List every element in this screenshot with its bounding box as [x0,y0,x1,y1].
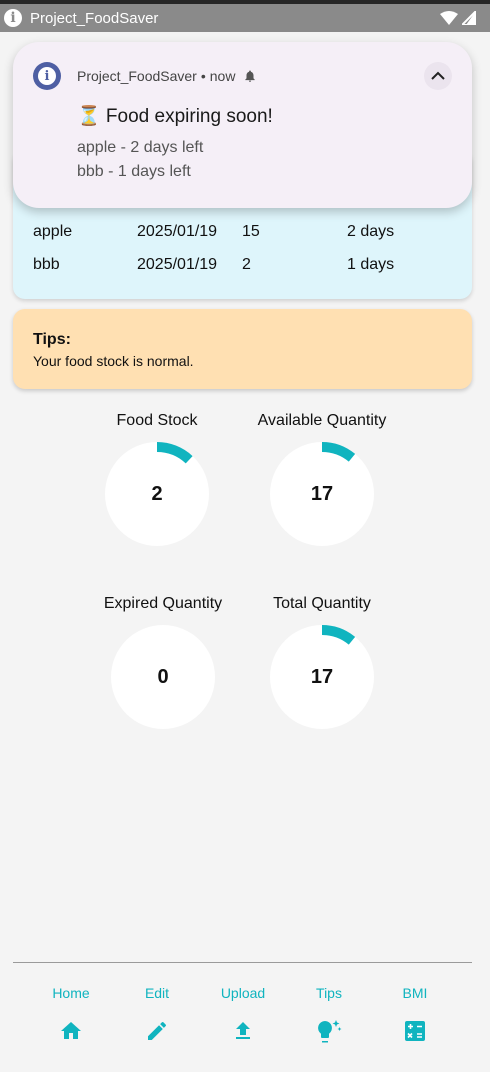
stat-value: 0 [157,665,169,688]
food-qty: 2 [242,256,251,273]
bell-icon [245,70,256,82]
progress-ring: 17 [270,625,374,729]
bottom-nav: Home Edit Upload Tips BMI [13,975,472,1065]
notification-app-icon: i [33,62,61,90]
stat-expired-quantity: Expired Quantity 0 [73,595,253,729]
table-row: apple 2025/01/19 15 2 days [13,223,472,243]
status-app-name: Project_FoodSaver [30,9,159,27]
food-date: 2025/01/19 [137,223,218,240]
nav-item-bmi[interactable]: BMI [372,975,458,1043]
signal-icon [462,11,476,25]
progress-ring: 17 [270,442,374,546]
lightbulb-icon [286,1019,372,1043]
pencil-icon [114,1019,200,1043]
food-qty: 15 [242,223,260,240]
nav-label: Edit [144,985,170,1001]
stat-value: 17 [310,665,334,688]
stat-total-quantity: Total Quantity 17 [232,595,412,729]
notification-header: Project_FoodSaver • now [77,68,257,84]
upload-icon [200,1019,286,1043]
food-days-left: 1 days [347,256,395,273]
status-bar: i Project_FoodSaver [0,0,490,32]
nav-item-edit[interactable]: Edit [114,975,200,1043]
stat-food-stock: Food Stock 2 [67,412,247,546]
notification-title: ⏳ Food expiring soon! [77,106,273,127]
info-icon: i [4,9,22,27]
stat-label: Total Quantity [273,595,371,612]
notification-line: apple - 2 days left [77,139,204,156]
notification-card[interactable]: i Project_FoodSaver • now ⏳ Food expirin… [13,42,472,208]
nav-label: BMI [402,985,428,1001]
food-name: apple [33,223,73,240]
tips-card: Tips: Your food stock is normal. [13,309,472,389]
notification-line: bbb - 1 days left [77,163,191,180]
food-date: 2025/01/19 [137,256,218,273]
home-icon [28,1019,114,1043]
nav-item-home[interactable]: Home [28,975,114,1043]
nav-divider [13,962,472,963]
nav-item-tips[interactable]: Tips [286,975,372,1043]
stat-value: 2 [151,482,163,505]
chevron-up-icon [431,71,445,80]
nav-label: Upload [220,985,266,1001]
status-indicators [440,11,476,25]
stat-label: Available Quantity [257,412,387,429]
progress-ring: 0 [111,625,215,729]
stat-label: Food Stock [116,412,198,429]
nav-item-upload[interactable]: Upload [200,975,286,1043]
info-icon: i [38,67,56,85]
nav-label: Home [52,985,90,1001]
nav-label: Tips [316,985,342,1001]
food-name: bbb [33,256,60,273]
notification-app-name: Project_FoodSaver [77,68,197,84]
collapse-button[interactable] [424,62,452,90]
notification-time: now [209,68,236,84]
wifi-icon [440,11,458,25]
stat-available-quantity: Available Quantity 17 [232,412,412,546]
stat-label: Expired Quantity [103,595,223,612]
tips-text: Your food stock is normal. [33,353,194,369]
stat-value: 17 [310,482,334,505]
food-days-left: 2 days [347,223,395,240]
notification-separator: • [200,68,206,84]
tips-title: Tips: [33,331,71,348]
table-row: bbb 2025/01/19 2 1 days [13,256,472,276]
progress-ring: 2 [105,442,209,546]
calculator-icon [372,1019,458,1043]
